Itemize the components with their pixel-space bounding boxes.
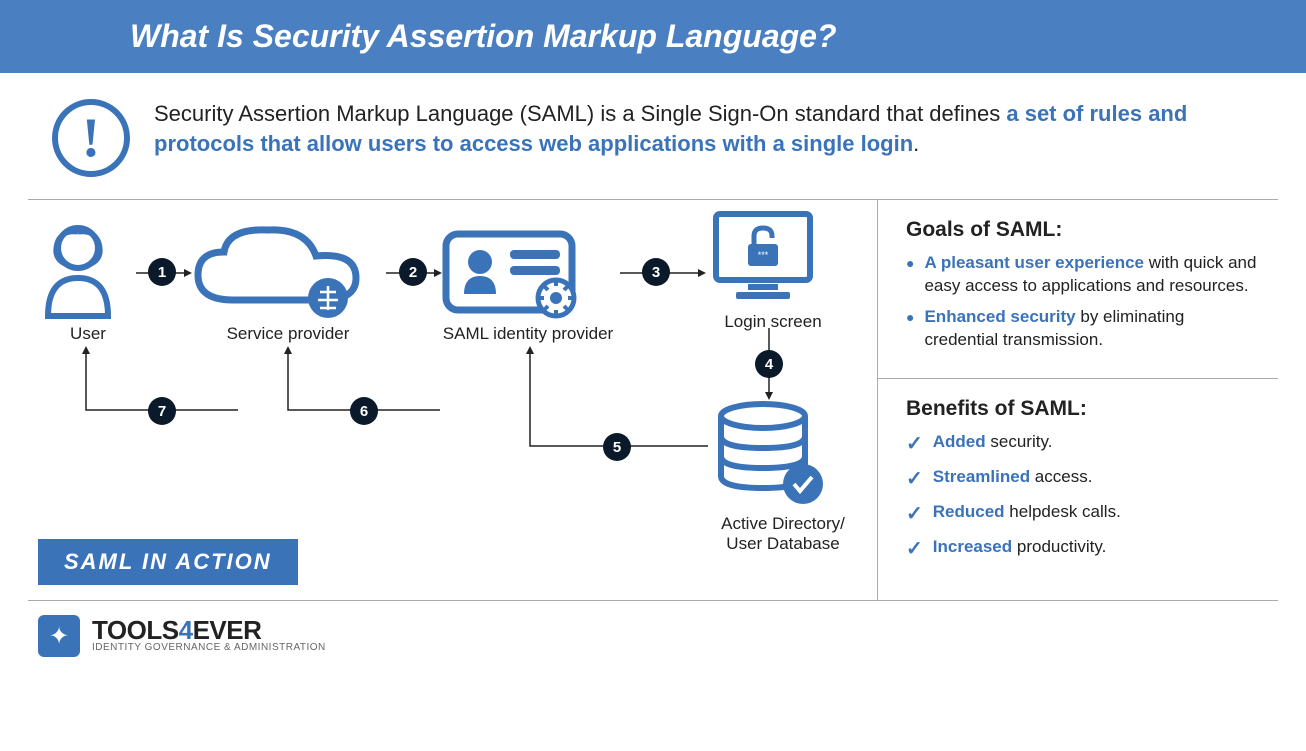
node-idp: SAML identity provider [438,220,618,344]
monitor-icon: *** [708,208,818,308]
alert-icon: ! [52,99,130,177]
sidebar: Goals of SAML: A pleasant user experienc… [878,200,1278,600]
saml-in-action-label: SAML IN ACTION [38,539,298,585]
check-icon: ✓ [906,501,923,528]
benefits-section: Benefits of SAML: ✓Added security. ✓Stre… [878,378,1278,589]
goal-item: Enhanced security by eliminating credent… [906,306,1258,352]
logo-tagline: IDENTITY GOVERNANCE & ADMINISTRATION [92,642,326,653]
node-user: User [38,220,138,344]
step-5-badge: 5 [603,433,631,461]
benefit-item: ✓Reduced helpdesk calls. [906,501,1258,528]
db-label: Active Directory/ User Database [708,514,858,554]
step-2-badge: 2 [399,258,427,286]
step-1-badge: 1 [148,258,176,286]
goals-title: Goals of SAML: [906,218,1258,242]
id-card-icon [438,220,588,320]
saml-diagram: User Service provider [28,200,878,600]
definition-box: ! Security Assertion Markup Language (SA… [28,91,1278,200]
step-6-badge: 6 [350,397,378,425]
goal-item: A pleasant user experience with quick an… [906,252,1258,298]
database-icon [708,400,828,510]
node-service-provider: Service provider [188,220,388,344]
logo-icon: ✦ [38,615,80,657]
node-database: Active Directory/ User Database [708,400,858,554]
benefit-item: ✓Streamlined access. [906,466,1258,493]
benefit-item: ✓Added security. [906,431,1258,458]
benefit-item: ✓Increased productivity. [906,536,1258,563]
check-icon: ✓ [906,536,923,563]
logo-text: TOOLS4EVER [92,619,326,642]
user-icon [38,220,118,320]
definition-text: Security Assertion Markup Language (SAML… [154,99,1248,158]
check-icon: ✓ [906,466,923,493]
benefits-title: Benefits of SAML: [906,397,1258,421]
step-4-badge: 4 [755,350,783,378]
svg-text:***: *** [758,250,769,260]
cloud-icon [188,220,368,320]
step-3-badge: 3 [642,258,670,286]
goals-section: Goals of SAML: A pleasant user experienc… [878,200,1278,378]
page-title: What Is Security Assertion Markup Langua… [0,0,1306,73]
node-login-screen: *** Login screen [708,208,838,332]
step-7-badge: 7 [148,397,176,425]
check-icon: ✓ [906,431,923,458]
footer: ✦ TOOLS4EVER IDENTITY GOVERNANCE & ADMIN… [28,600,1278,671]
